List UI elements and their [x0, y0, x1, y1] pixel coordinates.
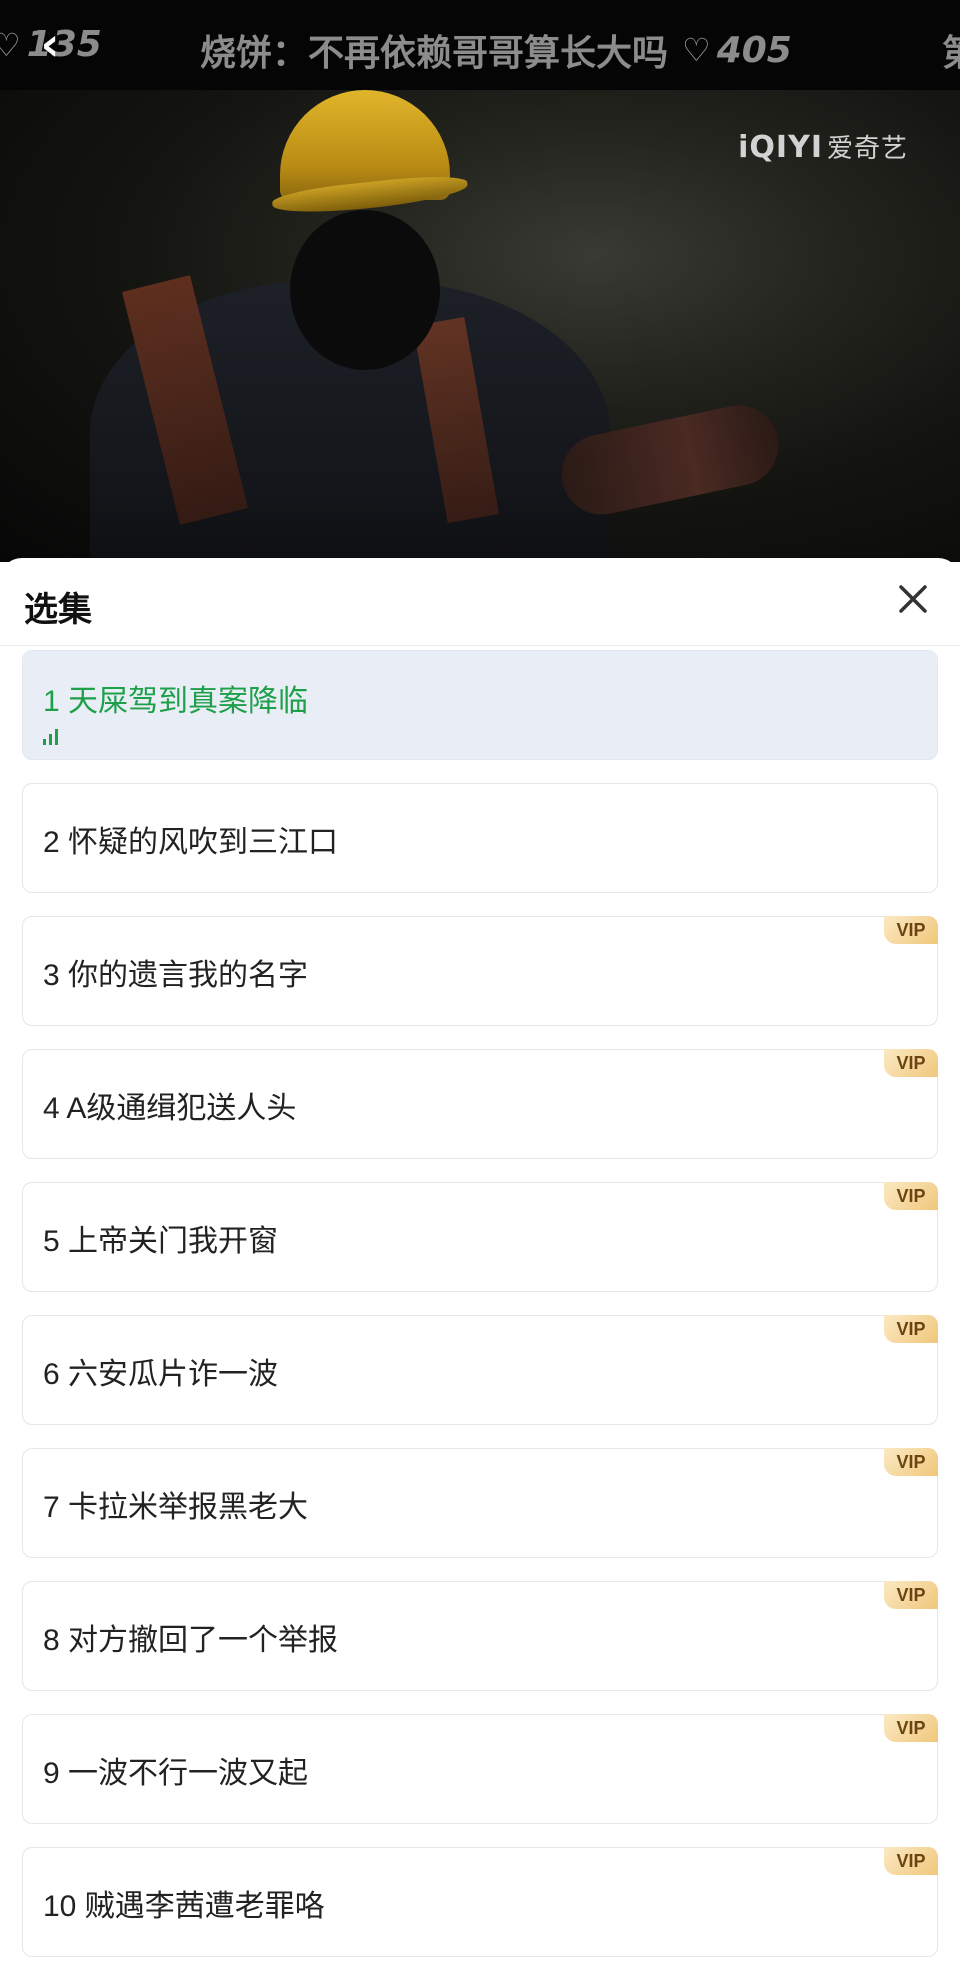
back-button[interactable]: ‹ [26, 21, 74, 70]
next-item-title: 烧饼：不再依赖哥哥算长大吗 [200, 33, 669, 74]
iqiyi-watermark: iQIYI 爱奇艺 [738, 128, 908, 165]
episode-label: 2 怀疑的风吹到三江口 [43, 826, 339, 859]
episode-label: 10 贼遇李茜遭老罪咯 [43, 1890, 325, 1923]
next-like-count: 405 [716, 29, 792, 71]
episode-item[interactable]: 9 一波不行一波又起 VIP [22, 1714, 938, 1824]
vip-badge: VIP [884, 1315, 938, 1343]
close-icon [899, 585, 927, 613]
episode-label: 5 上帝关门我开窗 [43, 1225, 279, 1258]
video-frame[interactable]: iQIYI 爱奇艺 [0, 90, 960, 562]
episode-item[interactable]: 1 天屎驾到真案降临 [22, 650, 938, 760]
next-item[interactable]: 烧饼：不再依赖哥哥算长大吗 ♡ 405 [200, 24, 792, 76]
sheet-header: 选集 [0, 558, 960, 646]
edge-text: 第 [942, 24, 960, 76]
episode-list: 1 天屎驾到真案降临 2 怀疑的风吹到三江口 3 你的遗言我的名字 VIP 4 A级通缉… [22, 650, 938, 1980]
episode-item[interactable]: 4 A级通缉犯送人头 VIP [22, 1049, 938, 1159]
chevron-left-icon: ‹ [40, 17, 60, 71]
episode-item[interactable]: 3 你的遗言我的名字 VIP [22, 916, 938, 1026]
episode-select-sheet: 选集 1 天屎驾到真案降临 2 怀疑的风吹到三江口 3 你的遗言我的名字 VIP 4 A… [0, 558, 960, 1970]
video-figure-head [290, 210, 440, 370]
heart-icon: ♡ [0, 25, 21, 64]
episode-item[interactable]: 10 贼遇李茜遭老罪咯 VIP [22, 1847, 938, 1957]
vip-badge: VIP [884, 1182, 938, 1210]
vip-badge: VIP [884, 1714, 938, 1742]
vip-badge: VIP [884, 1448, 938, 1476]
edge-item: 第 [942, 24, 960, 76]
episode-item[interactable]: 6 六安瓜片诈一波 VIP [22, 1315, 938, 1425]
watermark-cn: 爱奇艺 [826, 134, 908, 164]
episode-label: 9 一波不行一波又起 [43, 1757, 309, 1790]
episode-label: 7 卡拉米举报黑老大 [43, 1491, 309, 1524]
episode-item[interactable]: 8 对方撤回了一个举报 VIP [22, 1581, 938, 1691]
vip-badge: VIP [884, 1049, 938, 1077]
episode-label: 4 A级通缉犯送人头 [43, 1092, 297, 1125]
episode-item[interactable]: 2 怀疑的风吹到三江口 [22, 783, 938, 893]
video-player-area[interactable]: ♡ 135 烧饼：不再依赖哥哥算长大吗 ♡ 405 第 ‹ iQIYI爱奇艺 [0, 0, 960, 562]
heart-icon: ♡ [682, 31, 711, 69]
episode-label: 6 六安瓜片诈一波 [43, 1358, 279, 1391]
episode-label: 3 你的遗言我的名字 [43, 959, 309, 992]
watermark-brand: iQIYI [738, 130, 823, 165]
episode-item[interactable]: 5 上帝关门我开窗 VIP [22, 1182, 938, 1292]
close-button[interactable] [888, 574, 938, 624]
episode-item[interactable]: 7 卡拉米举报黑老大 VIP [22, 1448, 938, 1558]
episode-label: 8 对方撤回了一个举报 [43, 1624, 339, 1657]
vip-badge: VIP [884, 1581, 938, 1609]
now-playing-icon [43, 727, 58, 745]
vip-badge: VIP [884, 916, 938, 944]
related-titles-ticker: ♡ 135 烧饼：不再依赖哥哥算长大吗 ♡ 405 第 [0, 0, 960, 90]
episode-label: 1 天屎驾到真案降临 [43, 685, 309, 718]
sheet-title: 选集 [24, 590, 92, 630]
vip-badge: VIP [884, 1847, 938, 1875]
